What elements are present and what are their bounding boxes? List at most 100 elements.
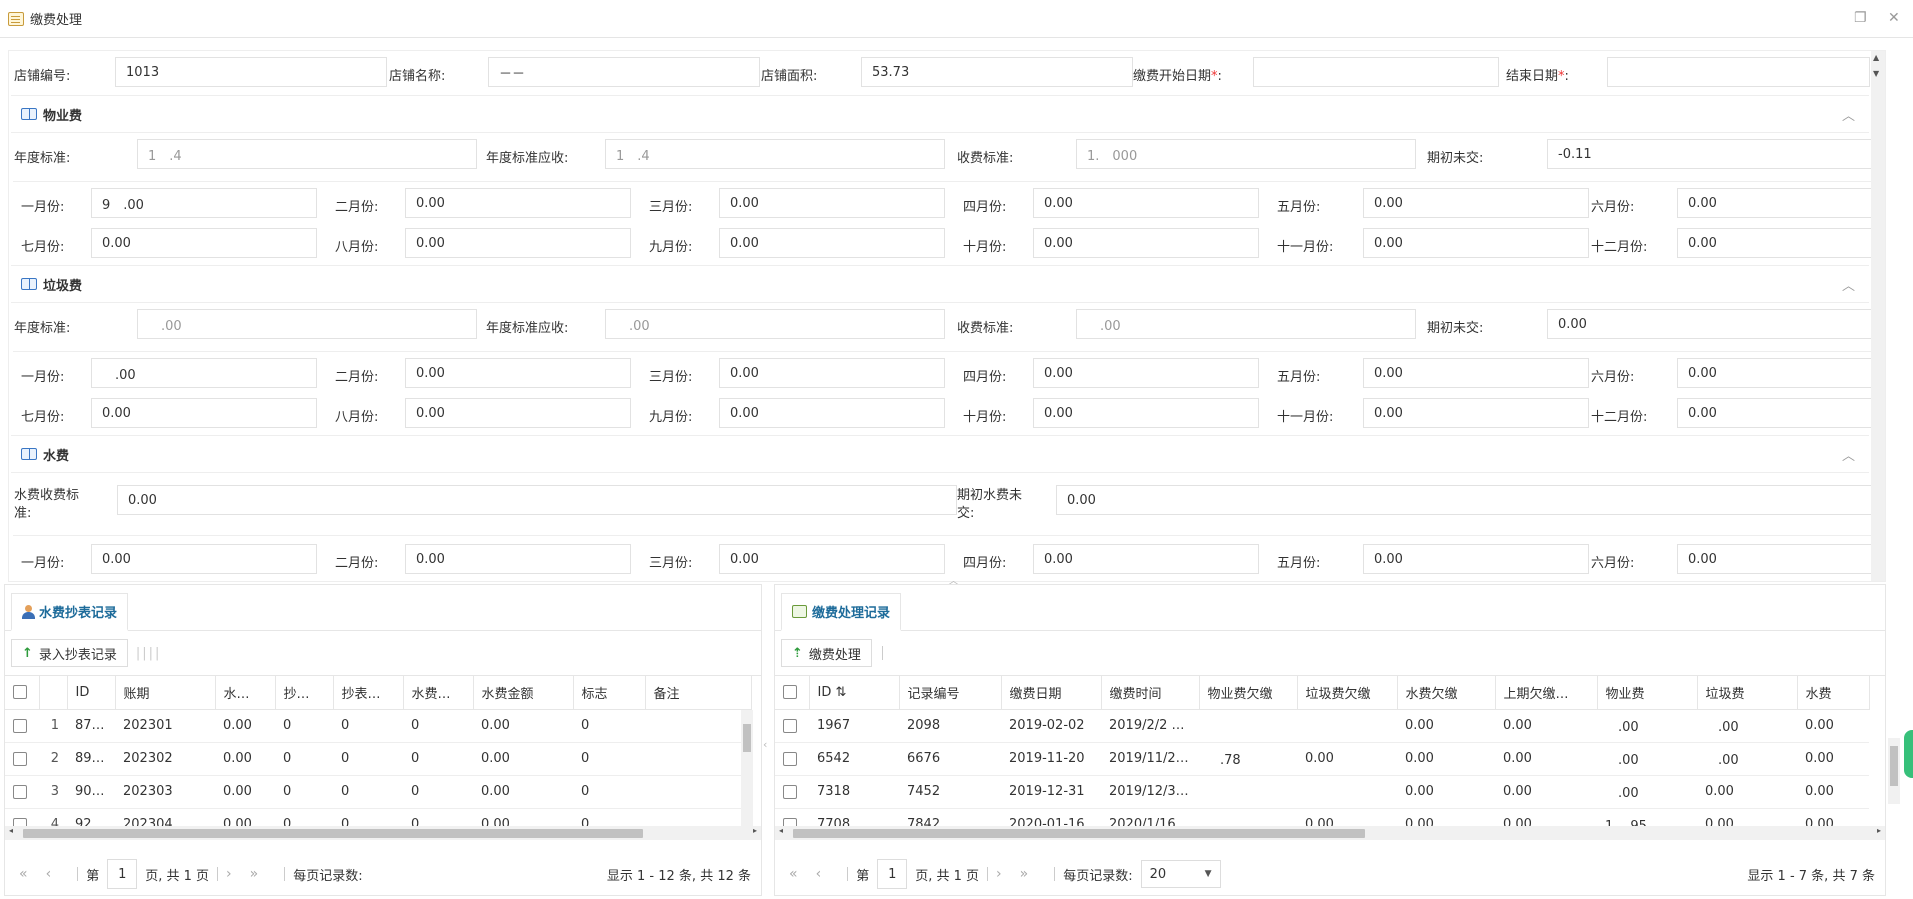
collapse-chevron-icon[interactable]: ︿: [1842, 105, 1855, 124]
column-header[interactable]: 缴费时间: [1101, 676, 1200, 710]
month-value-field[interactable]: 0.00: [405, 544, 631, 574]
section-header-water[interactable]: 水费 ︿: [11, 435, 1869, 473]
column-header[interactable]: 垃圾费: [1697, 676, 1798, 710]
page-number-input[interactable]: 1: [107, 859, 138, 889]
month-value-field[interactable]: 0.00: [1363, 358, 1589, 388]
fee-standard-field[interactable]: .00: [1076, 309, 1416, 339]
grid-hscrollbar[interactable]: ◂ ▸: [5, 826, 761, 840]
water-standard-field[interactable]: 0.00: [117, 485, 957, 515]
column-header[interactable]: 水费欠缴: [1397, 676, 1496, 710]
month-value-field[interactable]: 0.00: [1677, 398, 1873, 428]
checkbox-icon[interactable]: [13, 718, 27, 733]
column-header[interactable]: 物业费欠缴: [1199, 676, 1298, 710]
column-header[interactable]: 水费…: [403, 676, 474, 710]
month-value-field[interactable]: 0.00: [91, 228, 317, 258]
last-page-button[interactable]: »: [250, 866, 259, 882]
page-number-input[interactable]: 1: [877, 859, 908, 889]
month-value-field[interactable]: 0.00: [1363, 228, 1589, 258]
month-value-field[interactable]: 0.00: [1677, 228, 1873, 258]
scroll-up-icon[interactable]: ▲: [1873, 53, 1879, 62]
column-header[interactable]: 水…: [215, 676, 276, 710]
row-checkbox-cell[interactable]: [5, 775, 39, 809]
month-value-field[interactable]: 0.00: [1677, 188, 1873, 218]
annual-receivable-field[interactable]: .00: [605, 309, 945, 339]
checkbox-icon[interactable]: [13, 784, 27, 799]
prev-page-button[interactable]: ‹: [816, 866, 822, 882]
table-row[interactable]: 1 87… 202301 0.00 0 0 0 0.00 0: [5, 709, 751, 743]
month-value-field[interactable]: 0.00: [405, 228, 631, 258]
scroll-left-icon[interactable]: ◂: [779, 826, 783, 835]
row-checkbox-cell[interactable]: [775, 742, 809, 776]
month-value-field[interactable]: 0.00: [1033, 398, 1259, 428]
scroll-thumb[interactable]: [743, 724, 751, 752]
column-header[interactable]: 物业费: [1597, 676, 1698, 710]
opening-unpaid-field[interactable]: 0.00: [1547, 309, 1885, 339]
table-row[interactable]: 2 89… 202302 0.00 0 0 0 0.00 0: [5, 742, 751, 776]
collapse-chevron-icon[interactable]: ︿: [1842, 275, 1855, 294]
close-icon[interactable]: ✕: [1888, 10, 1900, 26]
grid-vscrollbar[interactable]: [741, 710, 753, 826]
row-checkbox-cell[interactable]: [775, 775, 809, 809]
next-page-button[interactable]: ›: [226, 866, 232, 882]
month-value-field[interactable]: 0.00: [91, 398, 317, 428]
shop-name-field[interactable]: －－: [488, 57, 760, 87]
column-header[interactable]: 标志: [573, 676, 646, 710]
month-value-field[interactable]: 0.00: [1033, 228, 1259, 258]
tab-payment-records[interactable]: 缴费处理记录: [781, 593, 902, 631]
checkbox-icon[interactable]: [783, 751, 797, 766]
water-opening-unpaid-field[interactable]: 0.00: [1056, 485, 1885, 515]
month-value-field[interactable]: 0.00: [1363, 398, 1589, 428]
row-checkbox-cell[interactable]: [5, 709, 39, 743]
tab-meter-records[interactable]: 水费抄表记录: [11, 593, 129, 631]
scroll-thumb[interactable]: [23, 829, 643, 838]
checkbox-icon[interactable]: [783, 784, 797, 799]
annual-standard-field[interactable]: 1 .4: [137, 139, 477, 169]
scroll-down-icon[interactable]: ▼: [1873, 69, 1879, 78]
column-header[interactable]: 抄表…: [333, 676, 404, 710]
month-value-field[interactable]: 0.00: [1363, 544, 1589, 574]
month-value-field[interactable]: 0.00: [1677, 544, 1873, 574]
month-value-field[interactable]: 0.00: [719, 188, 945, 218]
last-page-button[interactable]: »: [1020, 866, 1029, 882]
per-page-select[interactable]: 20: [1140, 860, 1221, 888]
fee-standard-field[interactable]: 1. 000: [1076, 139, 1416, 169]
section-header-property[interactable]: 物业费 ︿: [11, 95, 1869, 133]
month-value-field[interactable]: 0.00: [405, 358, 631, 388]
prev-page-button[interactable]: ‹: [46, 866, 52, 882]
first-page-button[interactable]: «: [19, 866, 28, 882]
column-header[interactable]: 备注: [645, 676, 752, 710]
column-header[interactable]: 缴费日期: [1001, 676, 1102, 710]
column-header[interactable]: 上期欠缴…: [1495, 676, 1598, 710]
checkbox-icon[interactable]: [783, 718, 797, 733]
month-value-field[interactable]: 0.00: [1677, 358, 1873, 388]
table-row[interactable]: 7318 7452 2019-12-31 2019/12/3… 0.00 0.00 .00…: [775, 775, 1869, 809]
opening-unpaid-field[interactable]: -0.11: [1547, 139, 1885, 169]
table-row[interactable]: 1967 2098 2019-02-02 2019/2/2 … 0.00 0.00 .00…: [775, 709, 1869, 743]
restore-icon[interactable]: ❐: [1854, 10, 1867, 26]
column-header[interactable]: [39, 676, 68, 710]
column-header[interactable]: ID ⇅: [809, 676, 900, 710]
column-header[interactable]: ID: [67, 676, 116, 710]
table-row[interactable]: 6542 6676 2019-11-20 2019/11/2… .78 0.00 0.00…: [775, 742, 1869, 776]
checkbox-icon[interactable]: [13, 751, 27, 766]
month-value-field[interactable]: 0.00: [719, 228, 945, 258]
month-value-field[interactable]: 0.00: [91, 544, 317, 574]
process-payment-button[interactable]: ⇡ 缴费处理: [781, 639, 872, 667]
month-value-field[interactable]: 0.00: [1033, 544, 1259, 574]
grid-hscrollbar[interactable]: ◂ ▸: [775, 826, 1885, 840]
add-meter-record-button[interactable]: ↑ 录入抄表记录: [11, 639, 128, 667]
month-value-field[interactable]: 0.00: [1033, 188, 1259, 218]
month-value-field[interactable]: 0.00: [1363, 188, 1589, 218]
month-value-field[interactable]: 0.00: [1033, 358, 1259, 388]
table-row[interactable]: 3 90… 202303 0.00 0 0 0 0.00 0: [5, 775, 751, 809]
scroll-right-icon[interactable]: ▸: [1877, 826, 1881, 835]
month-value-field[interactable]: 0.00: [719, 398, 945, 428]
month-value-field[interactable]: .00: [91, 358, 317, 388]
column-header[interactable]: 账期: [115, 676, 216, 710]
month-value-field[interactable]: 0.00: [405, 188, 631, 218]
checkbox-icon[interactable]: [13, 685, 27, 700]
scroll-thumb[interactable]: [793, 829, 1365, 838]
shop-number-field[interactable]: 1013: [115, 57, 387, 87]
column-header[interactable]: 水费金额: [473, 676, 574, 710]
scroll-left-icon[interactable]: ◂: [9, 826, 13, 835]
